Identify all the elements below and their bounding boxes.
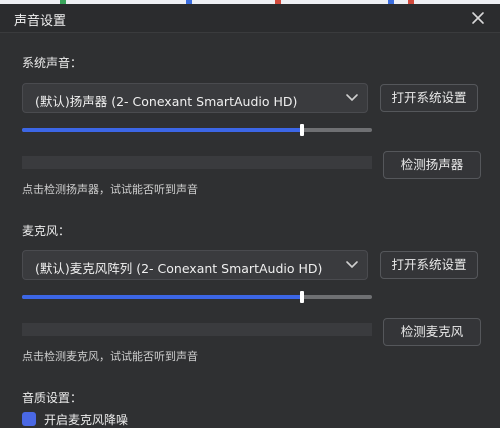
chevron-down-icon (346, 94, 358, 102)
microphone-section-label: 麦克风： (22, 224, 71, 238)
noise-reduction-checkbox[interactable] (22, 412, 36, 426)
speaker-open-system-settings-button[interactable]: 打开系统设置 (380, 84, 478, 112)
slider-fill (22, 128, 302, 132)
microphone-device-value: (默认)麦克风阵列 (2- Conexant SmartAudio HD) (35, 261, 323, 276)
test-microphone-button[interactable]: 检测麦克风 (383, 318, 481, 346)
slider-thumb[interactable] (300, 291, 304, 303)
microphone-level-meter (22, 323, 372, 336)
close-icon (472, 12, 484, 24)
speaker-device-select[interactable]: (默认)扬声器 (2- Conexant SmartAudio HD) (22, 83, 368, 113)
slider-fill (22, 295, 302, 299)
microphone-volume-slider[interactable] (22, 290, 372, 304)
dialog-titlebar: 声音设置 (0, 4, 500, 33)
speaker-hint-text: 点击检测扬声器，试试能否听到声音 (22, 183, 198, 196)
speaker-volume-slider[interactable] (22, 123, 372, 137)
speaker-level-meter (22, 156, 372, 169)
slider-thumb[interactable] (300, 124, 304, 136)
dialog-title: 声音设置 (14, 14, 67, 29)
microphone-open-system-settings-button[interactable]: 打开系统设置 (380, 251, 478, 279)
microphone-device-select[interactable]: (默认)麦克风阵列 (2- Conexant SmartAudio HD) (22, 250, 368, 280)
speaker-section-label: 系统声音： (22, 56, 83, 70)
microphone-hint-text: 点击检测麦克风，试试能否听到声音 (22, 350, 198, 363)
close-button[interactable] (466, 6, 490, 30)
noise-reduction-label: 开启麦克风降噪 (44, 413, 129, 427)
speaker-device-value: (默认)扬声器 (2- Conexant SmartAudio HD) (35, 94, 298, 109)
quality-section-label: 音质设置： (22, 391, 83, 405)
chevron-down-icon (346, 261, 358, 269)
test-speaker-button[interactable]: 检测扬声器 (383, 151, 481, 179)
